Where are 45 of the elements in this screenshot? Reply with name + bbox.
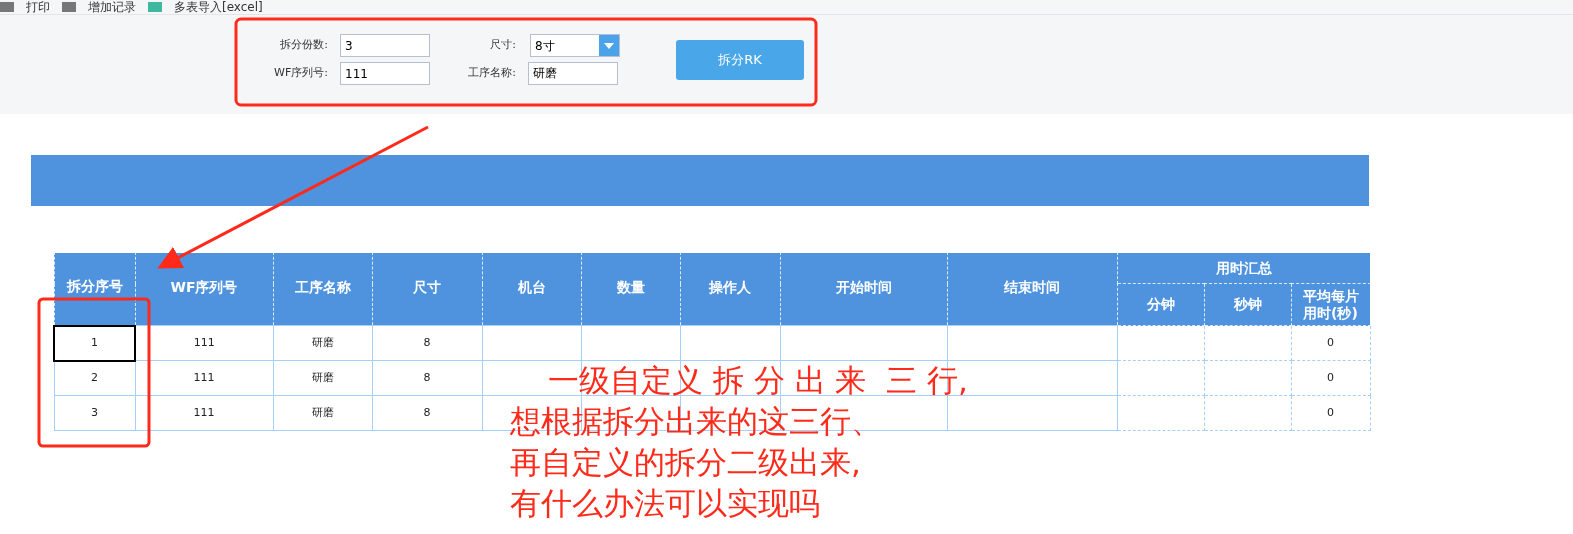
annotation-text: 再自定义的拆分二级出来, [510, 443, 862, 482]
toolbar-button[interactable]: 增加记录 [88, 1, 136, 13]
spreadsheet-icon[interactable] [148, 2, 162, 12]
toolbar-button[interactable]: 多表导入[excel] [174, 1, 263, 13]
column-header: 拆分序号 [54, 252, 135, 326]
column-header: 数量 [581, 252, 680, 326]
input-field[interactable]: 111 [340, 62, 430, 85]
input-field[interactable]: 3 [340, 34, 430, 57]
field-label: 尺寸: [489, 37, 517, 54]
dropdown-caret-icon[interactable] [599, 35, 619, 56]
column-header: 用时汇总 [1117, 252, 1370, 284]
table-cell: 111 [135, 325, 273, 361]
table-cell: 研磨 [273, 325, 372, 361]
annotation-text: 有什么办法可以实现吗 [510, 484, 821, 523]
size-dropdown[interactable]: 8寸 [530, 34, 620, 57]
column-header: 机台 [482, 252, 581, 326]
table-cell: 研磨 [273, 395, 372, 431]
field-label: 工序名称: [467, 65, 517, 82]
column-header: 平均每片用时(秒) [1291, 283, 1370, 326]
table-cell: 0 [1291, 325, 1370, 361]
input-field[interactable]: 研磨 [528, 62, 618, 85]
table-cell: 111 [135, 395, 273, 431]
column-header: 结束时间 [947, 252, 1117, 326]
table-cell: 0 [1291, 395, 1370, 431]
column-header: 工序名称 [273, 252, 372, 326]
column-header: 分钟 [1117, 283, 1204, 326]
column-header: 秒钟 [1204, 283, 1291, 326]
table-cell: 1 [54, 325, 135, 361]
table-cell: 2 [54, 360, 135, 396]
field-label: 拆分份数: [279, 37, 329, 54]
field-label: WF序列号: [273, 65, 329, 82]
column-header: 尺寸 [372, 252, 482, 326]
column-header: 开始时间 [780, 252, 947, 326]
toolbar-button[interactable]: 打印 [26, 1, 50, 13]
table-cell: 3 [54, 395, 135, 431]
column-header: 操作人 [680, 252, 780, 326]
annotation-text: 想根据拆分出来的这三行、 [510, 402, 883, 441]
column-header: WF序列号 [135, 252, 273, 326]
table-cell: 8 [372, 360, 482, 396]
table-cell: 8 [372, 325, 482, 361]
table-cell: 111 [135, 360, 273, 396]
table-cell: 研磨 [273, 360, 372, 396]
table-cell: 0 [1291, 360, 1370, 396]
annotation-text: 一级自定义 拆 分 出 来 三 行, [547, 361, 968, 400]
table-cell: 8 [372, 395, 482, 431]
